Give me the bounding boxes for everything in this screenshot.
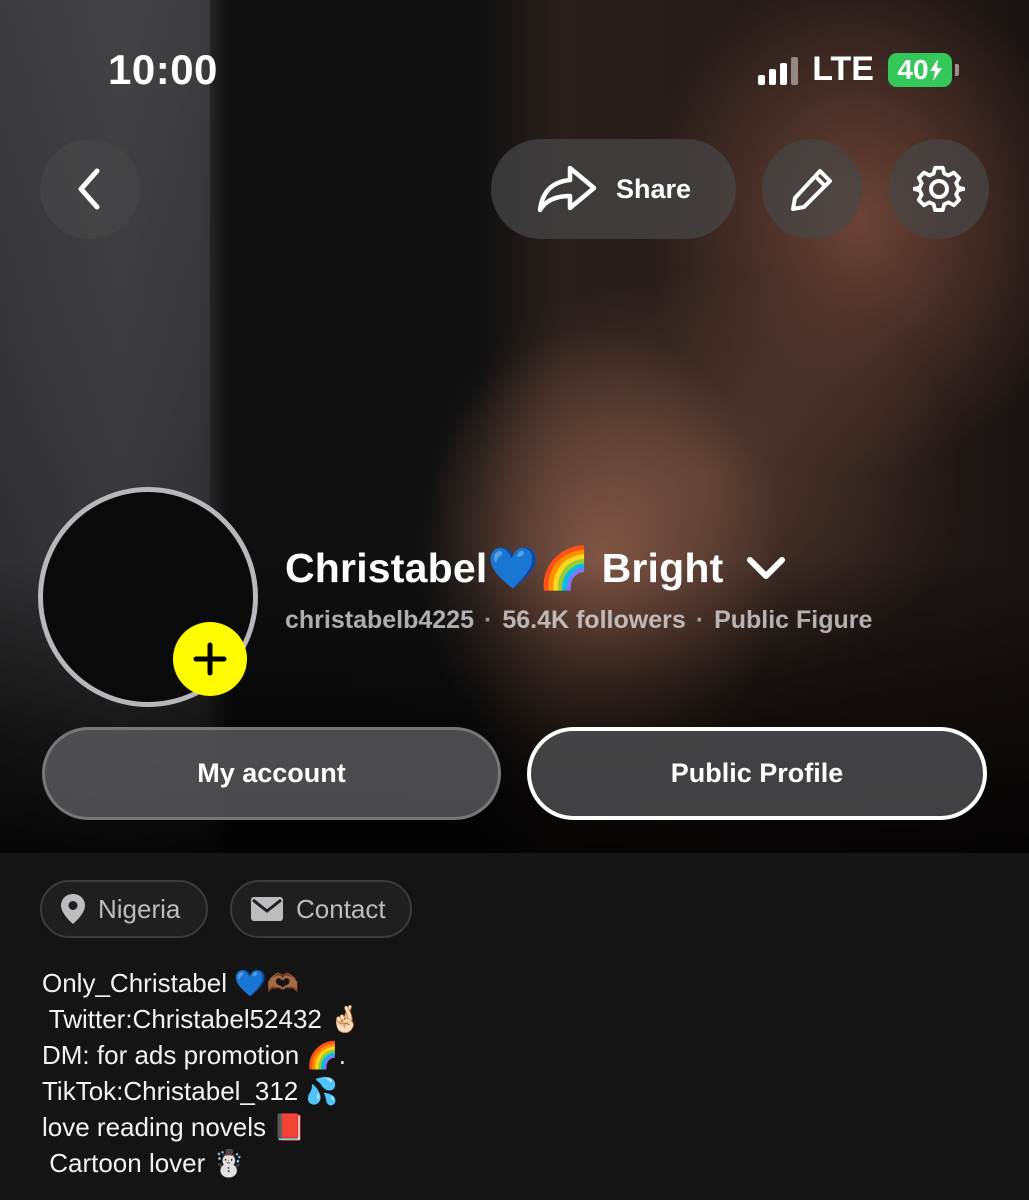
followers-count[interactable]: 56.4K followers [502, 606, 685, 635]
public-profile-label: Public Profile [670, 758, 844, 788]
settings-button[interactable] [889, 139, 989, 239]
location-label: Nigeria [98, 893, 181, 924]
gear-icon [913, 165, 965, 212]
profile-bio: Only_Christabel 💙🫶🏾 Twitter:Christabel52… [42, 965, 982, 1181]
network-type: LTE [812, 50, 874, 88]
display-name-row[interactable]: Christabel💙🌈 Bright [285, 545, 787, 593]
bio-line: DM: for ads promotion 🌈. [42, 1040, 347, 1070]
profile-subline: christabelb4225 · 56.4K followers · Publ… [285, 606, 872, 635]
username: christabelb4225 [285, 606, 474, 634]
separator-dot: · [695, 606, 705, 634]
public-profile-button[interactable]: Public Profile [527, 727, 987, 820]
my-account-label: My account [197, 758, 346, 788]
add-story-button[interactable] [173, 622, 247, 696]
contact-chip[interactable]: Contact [230, 880, 412, 938]
edit-profile-button[interactable] [762, 139, 862, 239]
battery-icon: 40 [888, 52, 959, 87]
bio-line: Twitter:Christabel52432 🤞🏻 [42, 1004, 362, 1034]
location-chip[interactable]: Nigeria [40, 880, 208, 938]
bio-line: Only_Christabel 💙🫶🏾 [42, 968, 299, 998]
plus-icon [193, 642, 227, 676]
separator-dot: · [484, 606, 493, 634]
envelope-icon [251, 897, 283, 921]
bio-line: Cartoon lover ☃️ [42, 1148, 245, 1178]
share-arrow-icon [537, 165, 597, 213]
chevron-left-icon [78, 168, 100, 210]
bio-line: love reading novels 📕 [42, 1112, 306, 1142]
charging-bolt-icon [929, 58, 942, 81]
share-button[interactable]: Share [491, 139, 736, 239]
location-pin-icon [61, 894, 85, 924]
pencil-icon [791, 169, 832, 211]
chevron-down-icon[interactable] [745, 555, 787, 583]
cellular-signal-icon [758, 55, 799, 85]
bio-line: TikTok:Christabel_312 💦 [42, 1076, 338, 1106]
back-button[interactable] [40, 139, 140, 239]
battery-level: 40 [888, 52, 952, 87]
my-account-button[interactable]: My account [42, 727, 501, 820]
profile-cover-photo [0, 0, 1029, 853]
profile-chips: Nigeria Contact [40, 880, 412, 938]
status-indicators: LTE 40 [758, 50, 959, 89]
display-name: Christabel💙🌈 Bright [285, 545, 724, 591]
contact-label: Contact [296, 893, 386, 924]
status-time: 10:00 [108, 46, 218, 93]
battery-percent: 40 [897, 53, 929, 85]
profile-category: Public Figure [714, 606, 873, 634]
share-label: Share [615, 173, 692, 204]
